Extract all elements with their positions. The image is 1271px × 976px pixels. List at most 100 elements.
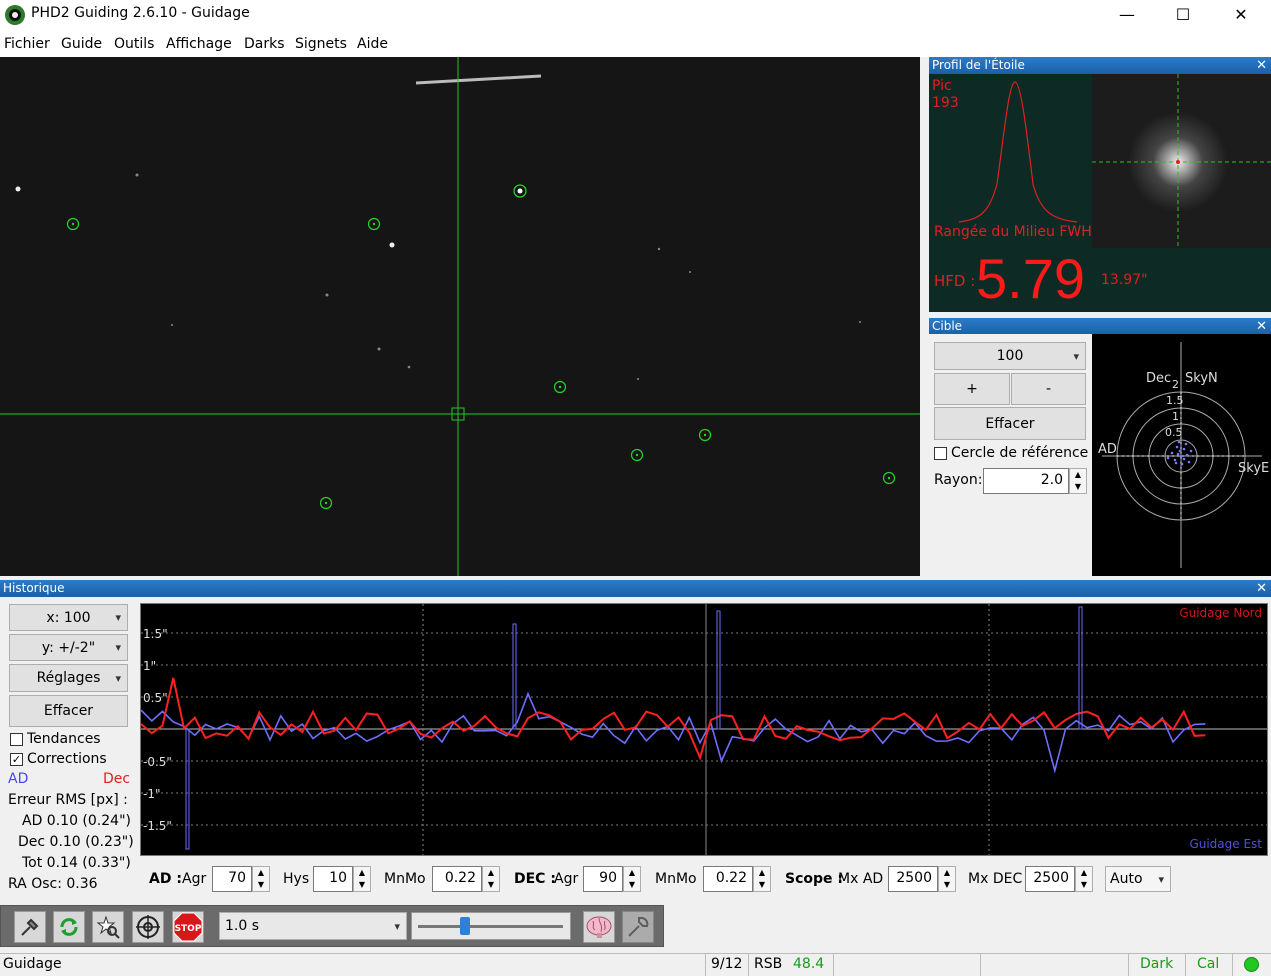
status-state: Guidage [3,956,62,972]
gamma-slider-thumb[interactable] [460,917,470,935]
max-dec-label: Mx DEC [968,871,1023,887]
menu-signets[interactable]: Signets [295,36,347,52]
ra-minmove-label: MnMo [384,871,426,887]
ra-params-label: AD : [149,871,182,887]
history-close-icon[interactable]: ✕ [1256,580,1267,597]
corrections-checkbox[interactable]: ✓ [10,753,23,766]
trends-checkbox[interactable] [10,733,23,746]
max-ra-duration-spinner[interactable]: ▲ ▼ [938,866,956,892]
minimize-button[interactable]: — [1099,0,1155,29]
exposure-dropdown[interactable]: 1.0 s [219,912,407,940]
history-y-tick-label: -1" [143,787,160,801]
bright-star [389,242,395,248]
max-ra-duration-input[interactable]: 2500 [888,866,938,892]
star-profile-title: Profil de l'Étoile [932,58,1025,72]
svg-text:1.5: 1.5 [1166,394,1184,407]
svg-text:SkyE: SkyE [1238,461,1269,476]
crosshair-target-icon [136,915,160,939]
dec-minmove-spinner[interactable]: ▲ ▼ [753,866,771,892]
guide-north-label: Guidage Nord [1179,606,1262,620]
mid-row-fwhm-label: Rangée du Milieu FWHM [934,224,1092,240]
hysteresis-label: Hys [283,871,310,887]
advanced-settings-button[interactable] [583,911,615,943]
dec-aggressiveness-input[interactable]: 90 [583,866,623,892]
ra-aggressiveness-spinner[interactable]: ▲ ▼ [252,866,270,892]
target-zoom-dropdown[interactable]: 100 [934,342,1086,370]
status-frame-count: 9/12 [711,956,743,972]
history-settings-dropdown[interactable]: Réglages [9,664,128,692]
star-profile-close-icon[interactable]: ✕ [1256,57,1267,74]
hysteresis-input[interactable]: 10 [313,866,353,892]
target-zoom-in-button[interactable]: + [934,373,1010,405]
trends-label: Tendances [27,731,101,747]
ra-aggressiveness-input[interactable]: 70 [212,866,252,892]
camera-image[interactable] [0,57,920,576]
stop-sign-icon: STOP [173,912,203,942]
stop-button[interactable]: STOP [172,911,204,943]
rms-dec: Dec 0.10 (0.23") [18,834,134,850]
ra-agr-label: Agr [182,871,207,887]
ref-circle-label: Cercle de référence [951,445,1089,461]
status-snr-value: 48.4 [793,956,825,972]
hfd-label: HFD : [934,272,976,290]
history-y-tick-label: -0.5" [143,755,172,769]
camera-view[interactable] [0,57,920,576]
target-zoom-out-button[interactable]: - [1011,373,1086,405]
gamma-slider[interactable] [411,912,571,940]
auto-select-star-button[interactable] [92,911,124,943]
hfd-value: 5.79 [976,247,1085,310]
main-toolbar: STOP 1.0 s [0,905,664,947]
ra-minmove-input[interactable]: 0.22 [432,866,482,892]
history-clear-button[interactable]: Effacer [9,695,128,727]
loop-icon [60,918,78,936]
ra-minmove-spinner[interactable]: ▲ ▼ [482,866,500,892]
dec-aggressiveness-spinner[interactable]: ▲ ▼ [623,866,641,892]
close-button[interactable]: ✕ [1213,0,1269,29]
menu-bar: Fichier Guide Outils Affichage Darks Sig… [0,29,1271,57]
y-scale-dropdown[interactable]: y: +/-2" [9,634,128,661]
menu-guide[interactable]: Guide [61,36,102,52]
status-snr-label: RSB [754,956,783,972]
rms-ra: AD 0.10 (0.24") [22,813,131,829]
target-pane: 100 + - Effacer Cercle de référence Rayo… [929,334,1271,576]
x-scale-dropdown[interactable]: x: 100 [9,604,128,631]
menu-aide[interactable]: Aide [357,36,388,52]
history-graph[interactable]: 1.5" 1" 0.5" -0.5" -1" -1.5" Guidage Nord Gui… [140,603,1268,856]
menu-fichier[interactable]: Fichier [4,36,50,52]
equipment-connect-button[interactable] [622,911,654,943]
max-dec-duration-spinner[interactable]: ▲ ▼ [1075,866,1093,892]
history-y-tick-label: -1.5" [143,819,172,833]
dec-guide-mode-dropdown[interactable]: Auto [1105,866,1171,892]
guide-button[interactable] [132,911,164,943]
status-dark: Dark [1140,956,1174,972]
gamma-slider-track [418,925,563,928]
maximize-button[interactable]: ☐ [1155,0,1211,29]
max-dec-duration-input[interactable]: 2500 [1025,866,1075,892]
menu-darks[interactable]: Darks [244,36,285,52]
menu-outils[interactable]: Outils [114,36,154,52]
loop-button[interactable] [53,911,85,943]
target-clear-button[interactable]: Effacer [934,407,1086,440]
target-titlebar: Cible ✕ [929,318,1271,335]
radius-input[interactable]: 2.0 [983,468,1069,494]
history-graph-svg: 1.5" 1" 0.5" -0.5" -1" -1.5" [140,604,1267,855]
status-bar: Guidage 9/12 RSB 48.4 Dark Cal [0,953,1271,976]
svg-text:1: 1 [1172,410,1179,423]
title-bar: PHD2 Guiding 2.6.10 - Guidage — ☐ ✕ [0,0,1271,29]
ref-circle-checkbox[interactable] [934,447,947,460]
star-profile-titlebar: Profil de l'Étoile ✕ [929,57,1271,74]
svg-text:2: 2 [1172,378,1179,391]
peak-value: 193 [932,95,959,111]
menu-affichage[interactable]: Affichage [166,36,232,52]
hysteresis-spinner[interactable]: ▲ ▼ [353,866,371,892]
radius-spinner[interactable]: ▲ ▼ [1069,468,1087,494]
corrections-label: Corrections [27,751,107,767]
window-title: PHD2 Guiding 2.6.10 - Guidage [31,5,250,21]
star-magnifier-icon [96,915,120,939]
dec-minmove-input[interactable]: 0.22 [703,866,753,892]
connect-gear-button[interactable] [14,911,46,943]
target-close-icon[interactable]: ✕ [1256,318,1267,335]
history-y-tick-label: 0.5" [143,691,168,705]
rms-title: Erreur RMS [px] : [8,792,128,808]
dec-agr-label: Agr [554,871,579,887]
